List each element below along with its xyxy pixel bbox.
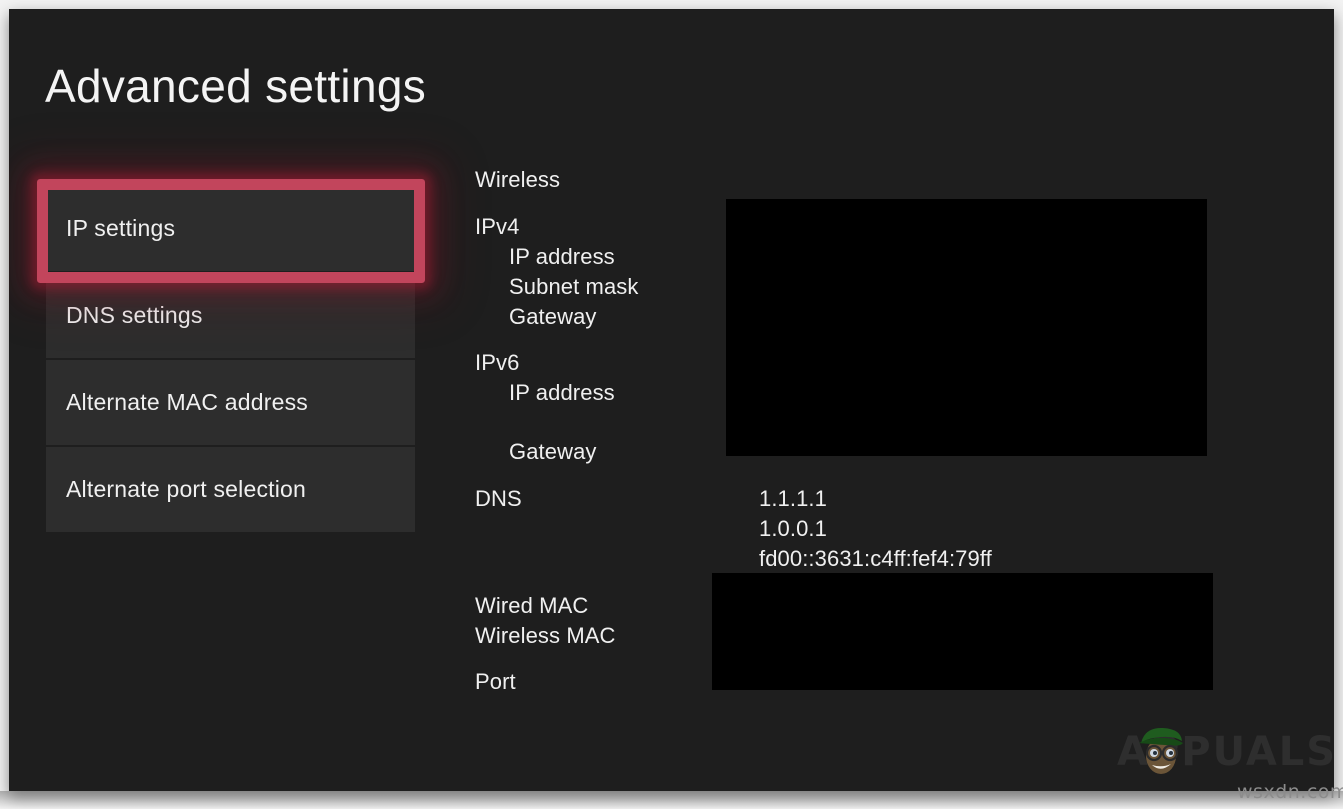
connection-type-label: Wireless bbox=[475, 167, 560, 193]
ipv6-heading: IPv6 bbox=[475, 350, 519, 376]
redaction-block-mac-port-values bbox=[712, 573, 1213, 690]
screenshot-frame: Advanced settings IP settings DNS settin… bbox=[0, 0, 1343, 809]
dns-value-ipv6: fd00::3631:c4ff:fef4:79ff bbox=[759, 546, 992, 572]
ipv6-gateway-label: Gateway bbox=[509, 439, 597, 465]
dns-value-secondary: 1.0.0.1 bbox=[759, 516, 827, 542]
site-credit-text: wsxdn.com bbox=[1237, 781, 1343, 803]
dns-heading: DNS bbox=[475, 486, 522, 512]
frame-bottom-shadow bbox=[0, 791, 1343, 809]
redaction-block-ip-values bbox=[726, 199, 1207, 456]
ipv4-gateway-label: Gateway bbox=[509, 304, 597, 330]
ipv4-ip-address-label: IP address bbox=[509, 244, 615, 270]
ipv4-subnet-mask-label: Subnet mask bbox=[509, 274, 639, 300]
ipv6-ip-address-label: IP address bbox=[509, 380, 615, 406]
wireless-mac-label: Wireless MAC bbox=[475, 623, 616, 649]
port-label: Port bbox=[475, 669, 516, 695]
wired-mac-label: Wired MAC bbox=[475, 593, 588, 619]
network-details-pane: Wireless IPv4 IP address Subnet mask Gat… bbox=[9, 9, 1334, 791]
xbox-settings-screen: Advanced settings IP settings DNS settin… bbox=[9, 9, 1334, 791]
ipv4-heading: IPv4 bbox=[475, 214, 519, 240]
dns-value-primary: 1.1.1.1 bbox=[759, 486, 827, 512]
